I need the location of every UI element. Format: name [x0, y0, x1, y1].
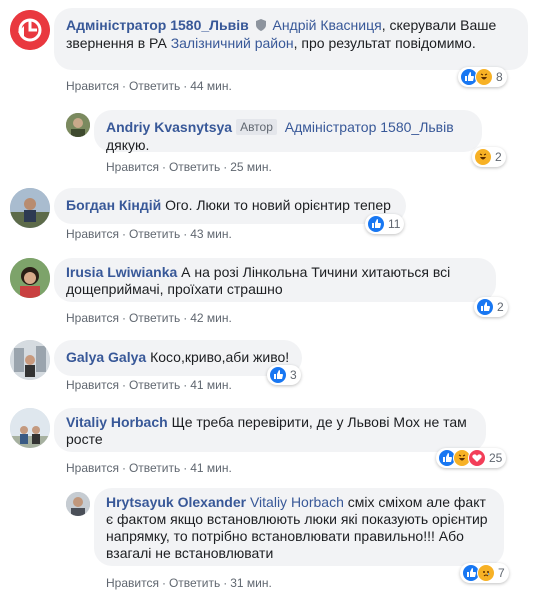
comment-bubble: Galya Galya Косо,криво,аби живо! [54, 340, 302, 376]
like-reaction-icon [269, 366, 287, 384]
avatar[interactable] [10, 188, 50, 228]
user-photo-icon [66, 492, 90, 516]
user-photo-icon [10, 258, 50, 298]
timestamp[interactable]: 25 мин. [230, 160, 272, 174]
reply-button[interactable]: Ответить [129, 461, 180, 475]
love-reaction-icon [468, 449, 486, 467]
user-photo-icon [66, 113, 90, 137]
comment-author[interactable]: Andriy Kvasnytsya [106, 119, 232, 135]
avatar[interactable] [10, 340, 50, 380]
comment-actions: Нравится · Ответить · 42 мин. [66, 311, 232, 325]
timestamp[interactable]: 31 мин. [230, 576, 272, 590]
reply-button[interactable]: Ответить [169, 576, 220, 590]
avatar[interactable] [66, 113, 90, 137]
comment-bubble: Адміністратор 1580_Львів Андрій Квасниця… [54, 8, 528, 70]
like-button[interactable]: Нравится [66, 79, 119, 93]
comment-text: дякую. [106, 137, 150, 153]
like-reaction-icon [367, 215, 385, 233]
author-badge: Автор [236, 119, 277, 135]
reaction-count[interactable]: 25 [436, 448, 507, 468]
comment-bubble: Andriy Kvasnytsya Автор Адміністратор 158… [94, 110, 482, 153]
comment-text-end: , про результат повідомимо. [293, 35, 476, 51]
avatar[interactable] [10, 10, 50, 50]
reaction-count[interactable]: 8 [458, 67, 507, 87]
haha-reaction-icon [474, 148, 492, 166]
like-button[interactable]: Нравится [66, 227, 119, 241]
timestamp[interactable]: 44 мин. [190, 79, 232, 93]
reply-button[interactable]: Ответить [129, 311, 180, 325]
like-button[interactable]: Нравится [106, 576, 159, 590]
comment-text: Косо,криво,аби живо! [150, 349, 290, 365]
reply-button[interactable]: Ответить [169, 160, 220, 174]
reply-button[interactable]: Ответить [129, 79, 180, 93]
comment-text: Ого. Люки то новий орієнтир тепер [165, 197, 391, 213]
haha-reaction-icon [475, 68, 493, 86]
reaction-count[interactable]: 11 [365, 214, 405, 234]
reaction-count[interactable]: 2 [474, 297, 508, 317]
timestamp[interactable]: 41 мин. [190, 461, 232, 475]
comment-author[interactable]: Galya Galya [66, 349, 146, 365]
like-button[interactable]: Нравится [106, 160, 159, 174]
comment-bubble: Irusia Lwiwianka А на розі Лінкольна Тич… [54, 258, 496, 302]
comment-author[interactable]: Адміністратор 1580_Львів [66, 17, 249, 33]
like-button[interactable]: Нравится [66, 461, 119, 475]
comment-bubble: Богдан Кіндій Ого. Люки то новий орієнти… [54, 188, 406, 224]
reply-button[interactable]: Ответить [129, 378, 180, 392]
avatar[interactable] [10, 408, 50, 448]
reaction-count[interactable]: 3 [267, 365, 301, 385]
reply-button[interactable]: Ответить [129, 227, 180, 241]
avatar[interactable] [66, 492, 90, 516]
comment-author[interactable]: Irusia Lwiwianka [66, 264, 177, 280]
comment-bubble: Vitaliy Horbach Ще треба перевірити, де … [54, 408, 486, 452]
comment-actions: Нравится · Ответить · 25 мин. [106, 160, 272, 174]
timestamp[interactable]: 41 мин. [190, 378, 232, 392]
user-photo-icon [10, 340, 50, 380]
comment-author[interactable]: Богдан Кіндій [66, 197, 161, 213]
sad-reaction-icon [477, 564, 495, 582]
comment-bubble: Hrytsayuk Olexander Vitaliy Horbach сміх… [94, 488, 504, 566]
timestamp[interactable]: 42 мин. [190, 311, 232, 325]
comment-actions: Нравится · Ответить · 41 мин. [66, 378, 232, 392]
user-photo-icon [10, 408, 50, 448]
mention-tag[interactable]: Андрій Квасниця [272, 17, 381, 33]
comment-actions: Нравится · Ответить · 43 мин. [66, 227, 232, 241]
mention-tag[interactable]: Адміністратор 1580_Львів [285, 119, 454, 135]
timestamp[interactable]: 43 мин. [190, 227, 232, 241]
reaction-count[interactable]: 2 [472, 147, 506, 167]
reaction-count[interactable]: 7 [460, 563, 509, 583]
avatar[interactable] [10, 258, 50, 298]
shield-icon [255, 19, 266, 31]
like-button[interactable]: Нравится [66, 378, 119, 392]
comment-actions: Нравится · Ответить · 41 мин. [66, 461, 232, 475]
user-photo-icon [10, 188, 50, 228]
logo-1580-icon [10, 10, 50, 50]
like-button[interactable]: Нравится [66, 311, 119, 325]
comment-author[interactable]: Vitaliy Horbach [66, 414, 168, 430]
comment-actions: Нравится · Ответить · 31 мин. [106, 576, 272, 590]
comment-author[interactable]: Hrytsayuk Olexander [106, 494, 246, 510]
mention-link[interactable]: Залізничний район [171, 35, 294, 51]
mention-tag[interactable]: Vitaliy Horbach [250, 494, 344, 510]
comment-actions: Нравится · Ответить · 44 мин. [66, 79, 232, 93]
like-reaction-icon [476, 298, 494, 316]
